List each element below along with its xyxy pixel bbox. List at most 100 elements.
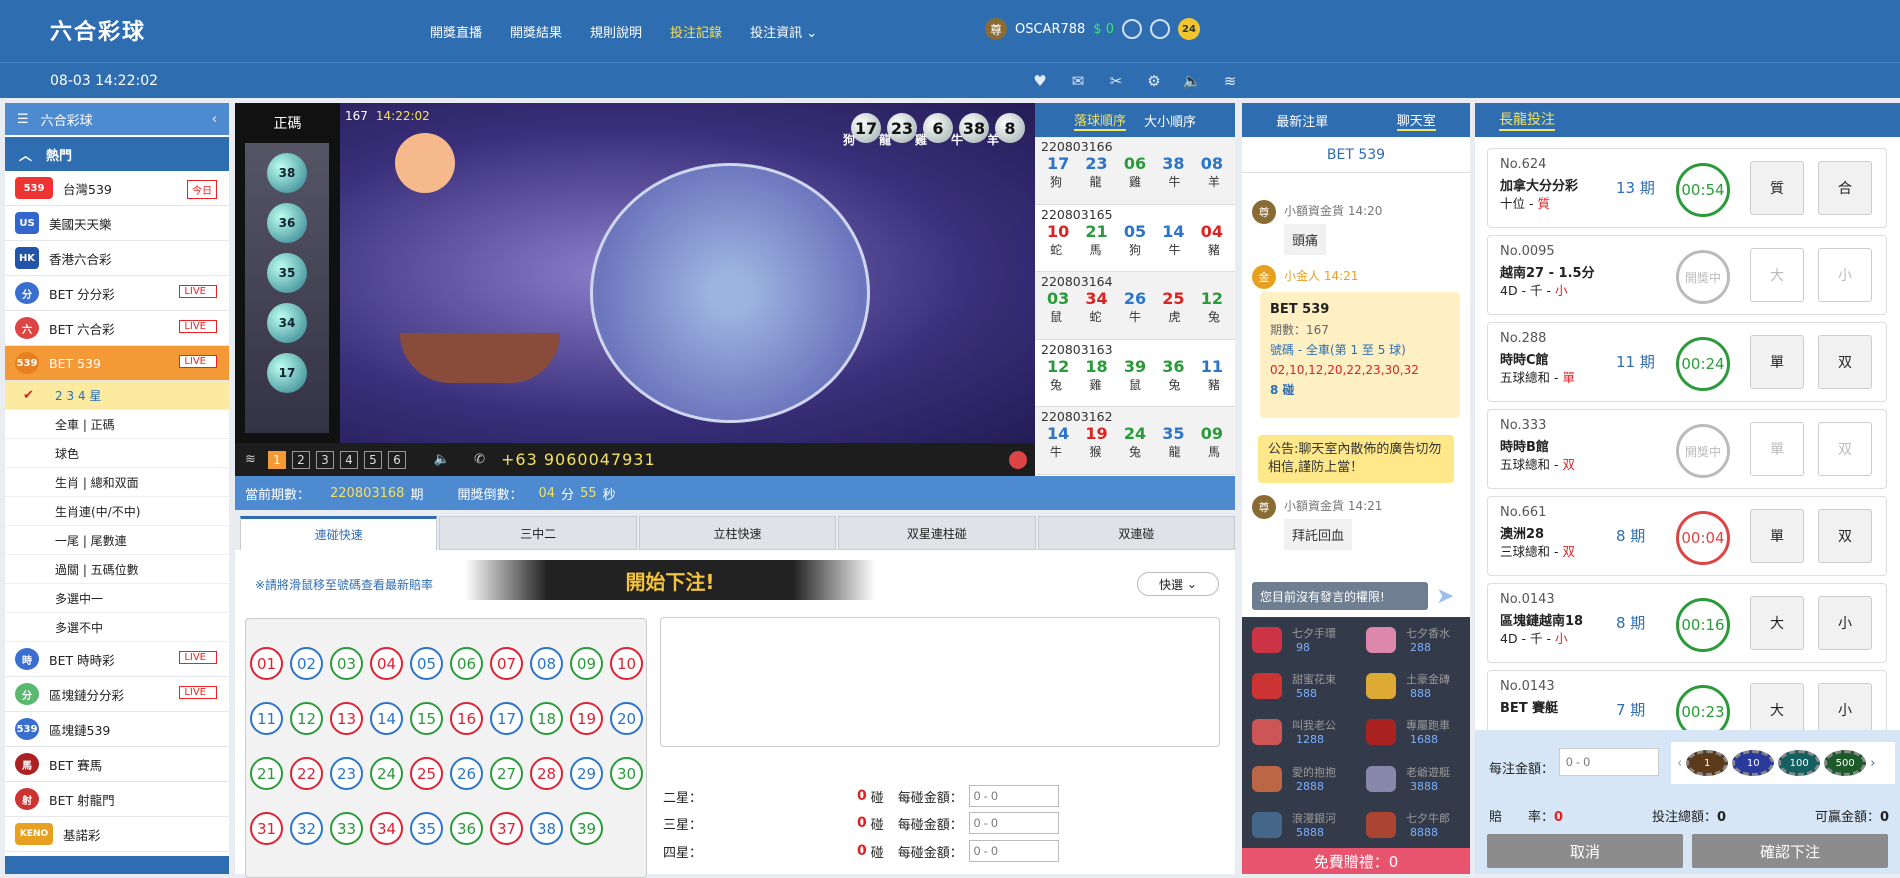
number-ball[interactable]: 32 <box>290 812 323 845</box>
collapse-icon[interactable]: ‹ <box>212 112 217 127</box>
number-ball[interactable]: 04 <box>370 647 403 680</box>
menu-icon[interactable]: ☰ <box>17 112 29 127</box>
two-star-amount-input[interactable] <box>968 785 1059 807</box>
number-ball[interactable]: 21 <box>250 757 283 790</box>
nav-bet-records[interactable]: 投注記錄 <box>670 22 722 41</box>
gift-item[interactable]: 土豪金磚 888 <box>1356 663 1470 709</box>
chip-500[interactable]: 500 <box>1824 750 1867 776</box>
sidebar-hot-section[interactable]: ︿ 熱門 <box>5 137 229 171</box>
number-ball[interactable]: 12 <box>290 702 323 735</box>
sub-item-all-car[interactable]: 全車 | 正碼 <box>5 410 229 439</box>
tab-pillar-quick[interactable]: 立柱快速 <box>638 516 837 550</box>
number-ball[interactable]: 17 <box>490 702 523 735</box>
logo[interactable]: 六合彩球 <box>50 14 146 46</box>
dragon-bet-button[interactable]: 大 <box>1750 248 1804 302</box>
gift-item[interactable]: 老爺遊艇 3888 <box>1356 756 1470 802</box>
sub-item-zodiac-sum[interactable]: 生肖 | 總和双面 <box>5 468 229 497</box>
refresh-icon[interactable] <box>1122 19 1142 39</box>
number-ball[interactable]: 30 <box>610 757 643 790</box>
source-button[interactable]: 2 <box>291 450 310 469</box>
gift-item[interactable]: 七夕手環 98 <box>1242 617 1356 663</box>
source-button[interactable]: 6 <box>387 450 406 469</box>
sidebar-item-chain-539[interactable]: 539 區塊鏈539 <box>5 712 229 747</box>
number-ball[interactable]: 10 <box>610 647 643 680</box>
number-ball[interactable]: 24 <box>370 757 403 790</box>
source-button[interactable]: 4 <box>339 450 358 469</box>
number-ball[interactable]: 14 <box>370 702 403 735</box>
number-ball[interactable]: 27 <box>490 757 523 790</box>
tab-size-order[interactable]: 大小順序 <box>1144 111 1196 130</box>
dragon-bet-button[interactable]: 小 <box>1818 248 1872 302</box>
dragon-bet-button[interactable]: 大 <box>1750 683 1804 737</box>
number-ball[interactable]: 31 <box>250 812 283 845</box>
number-ball[interactable]: 34 <box>370 812 403 845</box>
number-ball[interactable]: 38 <box>530 812 563 845</box>
amount-input[interactable] <box>1559 748 1659 776</box>
sidebar-item-chain-ffc[interactable]: 分區塊鏈分分彩 LIVE <box>5 677 229 712</box>
gift-icon[interactable]: ♥ <box>1030 71 1050 91</box>
gift-item[interactable]: 愛的抱抱 2888 <box>1242 756 1356 802</box>
gift-item[interactable]: 甜蜜花束 588 <box>1242 663 1356 709</box>
dragon-bet-button[interactable]: 双 <box>1818 335 1872 389</box>
chevron-right-icon[interactable]: › <box>1870 756 1875 771</box>
service-24-icon[interactable]: 24 <box>1178 18 1200 40</box>
dragon-bet-button[interactable]: 大 <box>1750 596 1804 650</box>
chip-100[interactable]: 100 <box>1778 750 1821 776</box>
nav-results[interactable]: 開獎結果 <box>510 22 562 41</box>
number-ball[interactable]: 35 <box>410 812 443 845</box>
tab-double-link[interactable]: 双連碰 <box>1037 516 1236 550</box>
gift-item[interactable]: 七夕香水 288 <box>1356 617 1470 663</box>
gift-item[interactable]: 浪漫銀河 5888 <box>1242 802 1356 848</box>
send-icon[interactable]: ➤ <box>1436 584 1454 609</box>
sidebar-item-hk-mark6[interactable]: HK 香港六合彩 <box>5 241 229 276</box>
number-ball[interactable]: 07 <box>490 647 523 680</box>
sub-item-multi-none[interactable]: 多選不中 <box>5 613 229 642</box>
number-ball[interactable]: 06 <box>450 647 483 680</box>
number-ball[interactable]: 37 <box>490 812 523 845</box>
dragon-bet-button[interactable]: 單 <box>1750 422 1804 476</box>
number-ball[interactable]: 19 <box>570 702 603 735</box>
number-ball[interactable]: 13 <box>330 702 363 735</box>
mail-icon[interactable]: ✉ <box>1068 71 1088 91</box>
number-ball[interactable]: 23 <box>330 757 363 790</box>
number-ball[interactable]: 29 <box>570 757 603 790</box>
sidebar-item-taiwan-539[interactable]: 539 台灣539 今日 <box>5 171 229 206</box>
dragon-bet-button[interactable]: 小 <box>1818 596 1872 650</box>
sidebar-item-bet-ssc[interactable]: 時 BET 時時彩 LIVE <box>5 642 229 677</box>
number-ball[interactable]: 36 <box>450 812 483 845</box>
dragon-title[interactable]: 長龍投注 <box>1499 109 1555 131</box>
number-ball[interactable]: 08 <box>530 647 563 680</box>
cancel-button[interactable]: 取消 <box>1487 834 1683 868</box>
shared-bet-card[interactable]: BET 539 期數：167 號碼 - 全車(第 1 至 5 球) 02,10,… <box>1260 292 1460 418</box>
nav-rules[interactable]: 規則說明 <box>590 22 642 41</box>
chip-10[interactable]: 10 <box>1732 750 1775 776</box>
tab-latest-bets[interactable]: 最新注單 <box>1276 111 1328 130</box>
sidebar-item-us-daily[interactable]: US 美國天天樂 <box>5 206 229 241</box>
gift-item[interactable]: 專屬跑車 1688 <box>1356 709 1470 755</box>
source-button[interactable]: 1 <box>267 450 286 469</box>
number-ball[interactable]: 28 <box>530 757 563 790</box>
tools-icon[interactable]: ✂ <box>1106 71 1126 91</box>
sub-item-234-star[interactable]: 2 3 4 星 <box>5 381 229 410</box>
tab-three-two[interactable]: 三中二 <box>439 516 637 550</box>
three-star-amount-input[interactable] <box>968 812 1059 834</box>
exchange-icon[interactable] <box>1150 19 1170 39</box>
chevron-left-icon[interactable]: ‹ <box>1677 756 1682 771</box>
avatar[interactable]: 尊 <box>985 18 1007 40</box>
dragon-bet-button[interactable]: 單 <box>1750 335 1804 389</box>
free-gift-bar[interactable]: 免費贈禮：0 <box>1242 848 1470 874</box>
number-ball[interactable]: 01 <box>250 647 283 680</box>
number-ball[interactable]: 22 <box>290 757 323 790</box>
number-ball[interactable]: 03 <box>330 647 363 680</box>
volume-icon[interactable]: 🔈 <box>434 452 450 467</box>
live-video[interactable]: 正碼 38 36 35 34 17 167 14:22:02 狗 17 龍 23 雞6… <box>235 103 1035 476</box>
number-ball[interactable]: 18 <box>530 702 563 735</box>
dragon-bet-button[interactable]: 質 <box>1750 161 1804 215</box>
dragon-bet-button[interactable]: 双 <box>1818 422 1872 476</box>
sidebar-item-dragon-gate[interactable]: 射 BET 射龍門 <box>5 782 229 817</box>
dragon-bet-button[interactable]: 小 <box>1818 683 1872 737</box>
sidebar-item-bet-mark6[interactable]: 六 BET 六合彩 LIVE <box>5 311 229 346</box>
nav-live-draw[interactable]: 開獎直播 <box>430 22 482 41</box>
tab-drop-order[interactable]: 落球順序 <box>1073 110 1126 131</box>
source-button[interactable]: 5 <box>363 450 382 469</box>
